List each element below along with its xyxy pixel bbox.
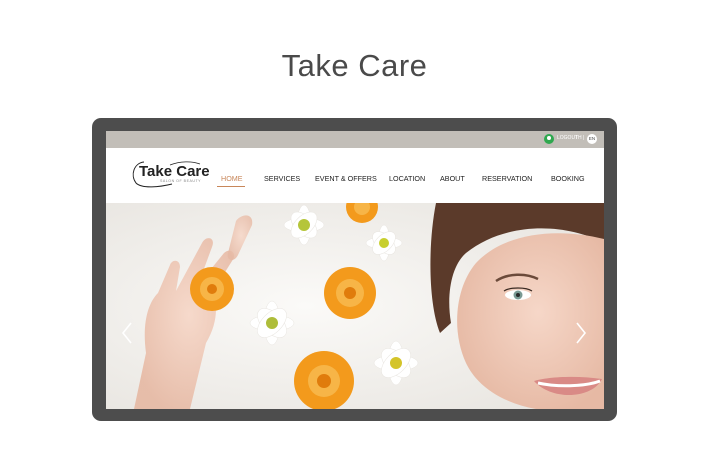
nav-about[interactable]: ABOUT: [440, 174, 465, 183]
lang-en-link[interactable]: EN: [587, 134, 597, 144]
user-icon[interactable]: [544, 134, 554, 144]
nav-location[interactable]: LOCATION: [389, 174, 425, 183]
logo-tagline: SALON OF BEAUTY: [160, 179, 202, 183]
nav-event-offers[interactable]: EVENT & OFFERS: [315, 174, 377, 183]
nav-services[interactable]: SERVICES: [264, 174, 300, 183]
nav-booking[interactable]: BOOKING: [551, 174, 585, 183]
logo[interactable]: Take Care SALON OF BEAUTY: [130, 159, 210, 189]
page-title: Take Care: [281, 48, 428, 83]
chevron-right-icon[interactable]: [574, 321, 588, 345]
hero-banner: [106, 203, 604, 409]
nav-active-underline: [217, 186, 245, 187]
lang-th-link[interactable]: TH: [575, 135, 582, 141]
chevron-left-icon[interactable]: [120, 321, 134, 345]
lang-separator: |: [583, 135, 585, 141]
website-screen: LOGOUT TH | EN Take Care SALON OF BEAUTY…: [106, 131, 604, 409]
top-bar: LOGOUT TH | EN: [106, 131, 604, 148]
hero-image: [106, 203, 604, 409]
nav-home[interactable]: HOME: [221, 174, 243, 183]
site-header: Take Care SALON OF BEAUTY HOME SERVICES …: [106, 148, 604, 203]
device-frame: LOGOUT TH | EN Take Care SALON OF BEAUTY…: [92, 118, 617, 421]
nav-reservation[interactable]: RESERVATION: [482, 174, 532, 183]
logo-text: Take Care: [139, 163, 210, 180]
